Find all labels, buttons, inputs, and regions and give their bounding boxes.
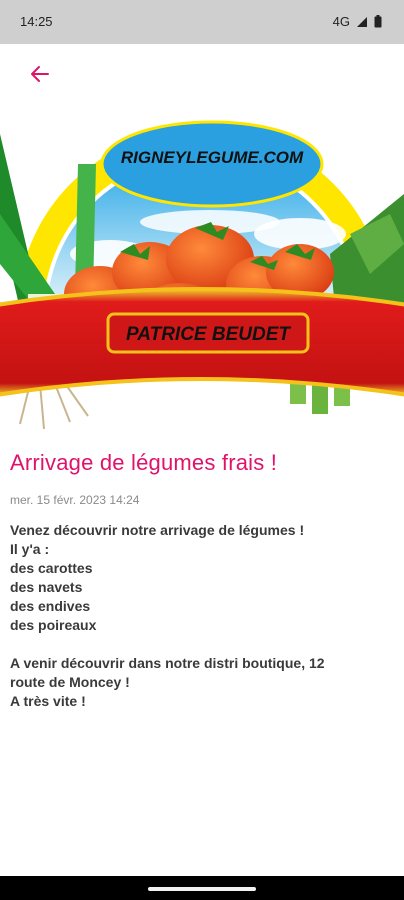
post-body-line: A venir découvrir dans notre distri bout…: [10, 655, 325, 671]
logo-website-text: RIGNEYLEGUME.COM: [120, 148, 304, 167]
network-type: 4G: [332, 14, 350, 29]
post-title: Arrivage de légumes frais !: [10, 450, 278, 475]
logo-name-text: PATRICE BEUDET: [126, 324, 290, 345]
back-button[interactable]: [24, 58, 56, 90]
battery-icon: [374, 15, 382, 28]
post-body: Venez découvrir notre arrivage de légume…: [10, 521, 394, 711]
home-indicator[interactable]: [148, 887, 256, 891]
logo-illustration: [0, 120, 404, 430]
header-logo-image: RIGNEYLEGUME.COM PATRICE BEUDET: [0, 44, 404, 434]
post-body-line: Il y'a :: [10, 541, 50, 557]
post-body-line: des navets: [10, 579, 83, 595]
post-body-line: A très vite !: [10, 693, 86, 709]
system-navigation-bar: [0, 876, 404, 900]
post-body-line: des poireaux: [10, 617, 97, 633]
post-date: mer. 15 févr. 2023 14:24: [10, 493, 140, 507]
status-icons: 4G: [333, 14, 382, 29]
arrow-left-icon: [31, 66, 49, 82]
post-body-line: des carottes: [10, 560, 93, 576]
post-body-line: Venez découvrir notre arrivage de légume…: [10, 522, 305, 538]
post-content: Arrivage de légumes frais ! mer. 15 févr…: [10, 450, 394, 711]
post-body-spacer: [10, 635, 394, 654]
status-time: 14:25: [20, 14, 53, 29]
post-body-line: route de Moncey !: [10, 674, 130, 690]
status-bar: 14:25 4G: [0, 0, 404, 44]
post-body-line: des endives: [10, 598, 91, 614]
signal-icon: [357, 16, 367, 27]
